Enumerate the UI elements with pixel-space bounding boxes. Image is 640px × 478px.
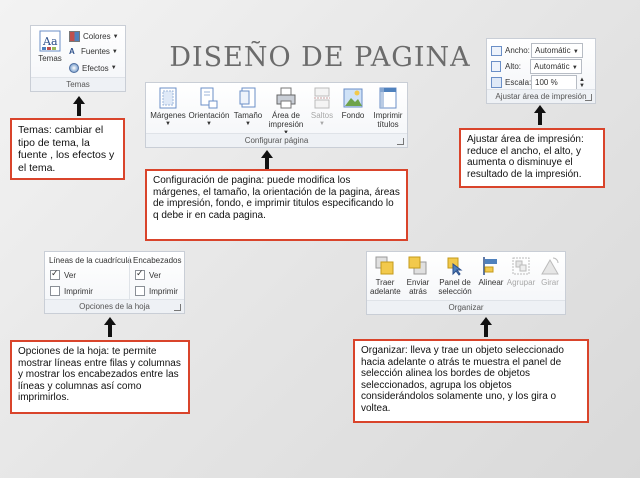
selection-pane-icon: [445, 256, 465, 276]
group-icon: [511, 256, 531, 276]
themes-button[interactable]: Aa Temas: [35, 30, 65, 63]
print-titles-icon: [378, 87, 398, 109]
chevron-down-icon: ▼: [572, 49, 579, 55]
chevron-down-icon: ▼: [111, 48, 118, 55]
scale-to-fit-panel: Ancho: Automátic ▼ Alto: Automátic ▼ Esc…: [486, 38, 596, 104]
chevron-down-icon: ▼: [110, 65, 117, 71]
send-backward-button[interactable]: Enviar atrás: [403, 256, 433, 296]
width-row: Ancho: Automátic ▼: [491, 43, 583, 58]
arrange-panel: Traer adelante Enviar atrás Panel de sel…: [366, 251, 566, 315]
themes-note: Temas: cambiar el tipo de tema, la fuent…: [10, 118, 125, 180]
scale-input[interactable]: 100 %: [531, 75, 577, 90]
checkbox-checked-icon: [50, 268, 60, 280]
scale-note: Ajustar área de impresión: reduce el anc…: [459, 128, 605, 188]
dialog-launcher-icon[interactable]: [397, 138, 404, 145]
margins-icon: [159, 87, 177, 109]
orientation-button[interactable]: Orientación ▼: [188, 87, 230, 129]
dialog-launcher-icon[interactable]: [174, 304, 181, 311]
spinner-icon[interactable]: ▲ ▼: [579, 77, 585, 89]
width-icon: [491, 45, 502, 56]
print-area-button[interactable]: Área de impresión ▼: [266, 87, 306, 138]
margins-button[interactable]: Márgenes ▼: [149, 87, 187, 129]
scale-icon: [491, 77, 502, 88]
sheet-options-panel: Líneas de la cuadrícula Encabezados Ver …: [44, 251, 185, 314]
group-button[interactable]: Agrupar: [506, 256, 536, 287]
chevron-down-icon: ▼: [165, 121, 171, 127]
page-setup-panel: Márgenes ▼ Orientación ▼ Tamaño ▼ Área d…: [145, 82, 408, 148]
svg-text:Aa: Aa: [42, 35, 58, 48]
up-arrow-icon: [532, 104, 548, 126]
bring-forward-button[interactable]: Traer adelante: [370, 256, 401, 296]
rotate-button[interactable]: Girar: [537, 256, 563, 287]
align-icon: [481, 256, 501, 276]
chevron-down-icon: ▼: [571, 65, 578, 71]
up-arrow-icon: [102, 316, 118, 338]
checkbox-icon: [50, 286, 60, 296]
bring-forward-icon: [375, 256, 395, 276]
size-button[interactable]: Tamaño ▼: [230, 87, 266, 129]
rotate-icon: [540, 256, 560, 276]
fonts-button[interactable]: A Fuentes ▼: [69, 47, 118, 56]
print-area-icon: [276, 87, 296, 109]
sheet-options-note: Opciones de la hoja: te permite mostrar …: [10, 340, 190, 414]
height-icon: [491, 61, 501, 72]
up-arrow-icon: [259, 149, 275, 171]
sheet-options-group-label: Opciones de la hoja: [45, 299, 184, 313]
themes-icon: Aa: [39, 30, 61, 52]
effects-button[interactable]: Efectos ▼: [69, 63, 117, 73]
headings-view-checkbox[interactable]: Ver: [135, 268, 161, 280]
themes-button-label: Temas: [38, 54, 62, 63]
page-title: DISEÑO DE PAGINA: [169, 42, 471, 73]
orientation-icon: [199, 87, 219, 109]
height-row: Alto: Automátic ▼: [491, 59, 582, 74]
page-setup-group-label: Configurar página: [146, 133, 407, 147]
selection-pane-button[interactable]: Panel de selección: [435, 256, 475, 296]
send-backward-icon: [408, 256, 428, 276]
colors-icon: [69, 31, 80, 42]
gridlines-view-checkbox[interactable]: Ver: [50, 268, 76, 280]
checkbox-checked-icon: [135, 268, 145, 280]
arrange-note: Organizar: lleva y trae un objeto selecc…: [353, 339, 589, 423]
size-icon: [239, 87, 257, 109]
checkbox-icon: [135, 286, 145, 296]
height-select[interactable]: Automátic ▼: [530, 59, 582, 74]
chevron-down-icon: ▼: [319, 121, 325, 127]
colors-button[interactable]: Colores ▼: [69, 31, 119, 42]
background-icon: [343, 87, 363, 109]
chevron-down-icon: ▼: [112, 33, 119, 40]
gridlines-header: Líneas de la cuadrícula: [49, 256, 132, 265]
dialog-launcher-icon[interactable]: [585, 94, 592, 101]
gridlines-print-checkbox[interactable]: Imprimir: [50, 286, 93, 296]
chevron-down-icon: ▼: [245, 121, 251, 127]
headings-print-checkbox[interactable]: Imprimir: [135, 286, 178, 296]
background-button[interactable]: Fondo: [338, 87, 368, 120]
breaks-icon: [313, 87, 331, 109]
scale-row: Escala: 100 % ▲ ▼: [491, 75, 585, 90]
effects-icon: [69, 63, 79, 73]
align-button[interactable]: Alinear: [477, 256, 505, 287]
page-setup-note: Configuración de pagina: puede modifica …: [145, 169, 408, 241]
up-arrow-icon: [71, 95, 87, 117]
up-arrow-icon: [478, 316, 494, 338]
fonts-icon: A: [69, 47, 75, 56]
width-select[interactable]: Automátic ▼: [531, 43, 583, 58]
themes-group-label: Temas: [31, 77, 125, 91]
scale-group-label: Ajustar área de impresión: [487, 89, 595, 103]
print-titles-button[interactable]: Imprimir títulos: [369, 87, 407, 129]
headings-header: Encabezados: [133, 256, 182, 265]
chevron-down-icon: ▼: [206, 121, 212, 127]
arrange-group-label: Organizar: [367, 300, 565, 314]
themes-panel: Aa Temas Colores ▼ A Fuentes ▼ Efectos ▼…: [30, 25, 126, 92]
breaks-button[interactable]: Saltos ▼: [308, 87, 336, 129]
